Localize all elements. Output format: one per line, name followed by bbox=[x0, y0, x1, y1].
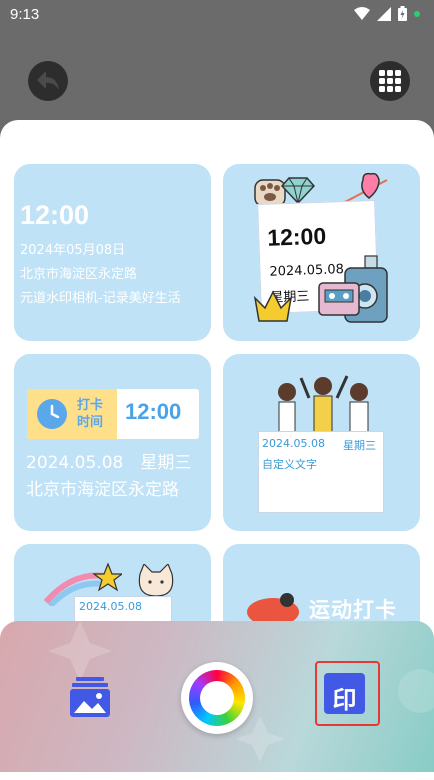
punch-date-weekday: 2024.05.08 星期三 bbox=[26, 453, 192, 473]
back-arrow-icon bbox=[37, 71, 59, 90]
notification-dot bbox=[414, 10, 420, 17]
note-time: 12:00 bbox=[266, 222, 327, 251]
watermark-location: 北京市海淀区永定路 bbox=[20, 267, 138, 282]
notebook-date: 2024.05.08 bbox=[262, 437, 325, 450]
status-icons bbox=[354, 6, 420, 21]
punch-label: 打卡时间 bbox=[77, 398, 104, 430]
bottom-toolbar: 印 bbox=[0, 621, 434, 772]
sport-title: 运动打卡 bbox=[309, 598, 397, 622]
battery-icon bbox=[398, 6, 407, 21]
diamond-sticker-icon bbox=[281, 177, 315, 204]
punch-label-box: 打卡时间 bbox=[27, 389, 117, 439]
stamp-watermark-button[interactable]: 印 bbox=[315, 661, 380, 726]
stamp-icon: 印 bbox=[324, 673, 365, 714]
color-picker-button[interactable] bbox=[181, 662, 253, 734]
image-button[interactable] bbox=[68, 675, 112, 719]
students-cheering-illustration bbox=[278, 375, 369, 434]
notebook-weekday: 星期三 bbox=[343, 439, 376, 452]
color-wheel-icon bbox=[189, 670, 245, 726]
notebook-custom-text: 自定义文字 bbox=[262, 458, 317, 471]
back-button[interactable] bbox=[28, 61, 68, 101]
mini-note-date: 2024.05.08 bbox=[79, 600, 142, 613]
note-date: 2024.05.08 bbox=[269, 262, 345, 280]
cassette-sticker-icon bbox=[318, 282, 360, 316]
clock-icon bbox=[37, 399, 67, 429]
template-card-punch-clock[interactable]: 打卡时间 12:00 2024.05.08 星期三 北京市海淀区永定路 bbox=[14, 354, 211, 531]
punch-banner: 打卡时间 12:00 bbox=[27, 389, 199, 439]
punch-location: 北京市海淀区永定路 bbox=[26, 480, 179, 500]
watermark-time: 12:00 bbox=[20, 200, 90, 230]
punch-time: 12:00 bbox=[125, 399, 182, 424]
cat-sticker-icon bbox=[138, 564, 174, 597]
crown-sticker-icon bbox=[253, 290, 293, 322]
watermark-slogan: 元道水印相机-记录美好生活 bbox=[20, 291, 181, 306]
stamp-char: 印 bbox=[332, 686, 357, 714]
template-card-sticker-note[interactable]: 12:00 2024.05.08 星期三 bbox=[223, 164, 420, 341]
color-wheel-center bbox=[200, 681, 234, 715]
status-time: 9:13 bbox=[10, 6, 40, 23]
notebook: 2024.05.08 星期三 自定义文字 bbox=[258, 431, 384, 513]
template-card-school-notebook[interactable]: 2024.05.08 星期三 自定义文字 bbox=[223, 354, 420, 531]
signal-icon bbox=[377, 6, 391, 21]
template-card-text[interactable]: 12:00 2024年05月08日 北京市海淀区永定路 元道水印相机-记录美好生… bbox=[14, 164, 211, 341]
grid-menu-button[interactable] bbox=[370, 61, 410, 101]
grid-icon bbox=[379, 70, 401, 92]
wifi-icon bbox=[354, 6, 370, 20]
watermark-date: 2024年05月08日 bbox=[20, 243, 126, 258]
status-bar: 9:13 bbox=[0, 0, 434, 30]
image-icon bbox=[70, 677, 110, 717]
